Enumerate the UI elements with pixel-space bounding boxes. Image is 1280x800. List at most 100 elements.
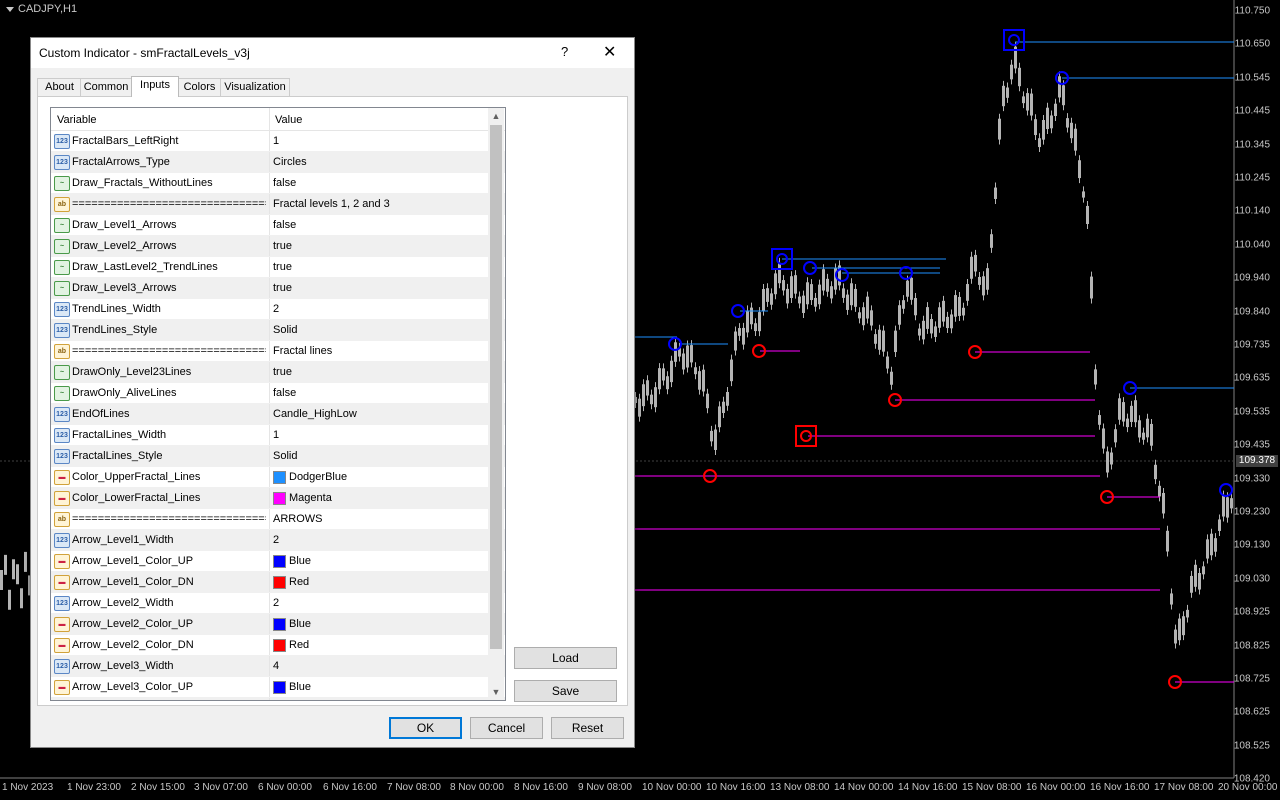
input-row[interactable]: ▬ Arrow_Level3_Color_UP Blue	[51, 677, 505, 698]
input-value[interactable]: true	[273, 282, 292, 294]
color-swatch[interactable]	[273, 618, 286, 631]
input-value[interactable]: Blue	[289, 618, 311, 630]
color-swatch[interactable]	[273, 555, 286, 568]
input-row[interactable]: ~ Draw_Fractals_WithoutLines false	[51, 173, 505, 194]
input-row[interactable]: 123 TrendLines_Width 2	[51, 299, 505, 320]
input-value[interactable]: 2	[273, 303, 279, 315]
dialog-titlebar[interactable]: Custom Indicator - smFractalLevels_v3j ?…	[31, 38, 634, 68]
input-value[interactable]: Solid	[273, 450, 297, 462]
input-row[interactable]: ▬ Color_UpperFractal_Lines DodgerBlue	[51, 467, 505, 488]
input-row[interactable]: ~ Draw_Level2_Arrows true	[51, 236, 505, 257]
color-swatch[interactable]	[273, 576, 286, 589]
candle-body	[1174, 629, 1177, 644]
input-row[interactable]: 123 Arrow_Level2_Width 2	[51, 593, 505, 614]
input-row[interactable]: 123 FractalArrows_Type Circles	[51, 152, 505, 173]
tab-colors[interactable]: Colors	[178, 78, 221, 96]
input-row[interactable]: 123 TrendLines_Style Solid	[51, 320, 505, 341]
candle-body	[914, 298, 917, 316]
input-value[interactable]: Solid	[273, 324, 297, 336]
input-value[interactable]: true	[273, 261, 292, 273]
cancel-button[interactable]: Cancel	[470, 717, 543, 739]
cell-divider	[269, 677, 270, 697]
candle-body	[730, 359, 733, 382]
ok-button[interactable]: OK	[389, 717, 462, 739]
time-tick-label: 6 Nov 16:00	[323, 782, 377, 793]
chart-menu-triangle-icon[interactable]	[6, 6, 14, 12]
input-value[interactable]: true	[273, 366, 292, 378]
input-row[interactable]: ~ DrawOnly_Level23Lines true	[51, 362, 505, 383]
color-swatch[interactable]	[273, 471, 286, 484]
input-value[interactable]: false	[273, 219, 296, 231]
input-value[interactable]: 2	[273, 597, 279, 609]
candle-body	[666, 376, 669, 390]
grid-scrollbar[interactable]: ▲ ▼	[488, 108, 504, 700]
save-button[interactable]: Save	[514, 680, 617, 702]
input-row[interactable]: ~ Draw_LastLevel2_TrendLines true	[51, 257, 505, 278]
load-button[interactable]: Load	[514, 647, 617, 669]
candle-body	[1010, 64, 1013, 80]
input-value[interactable]: Red	[289, 576, 309, 588]
column-header-variable[interactable]: Variable	[57, 114, 97, 126]
input-value[interactable]: Red	[289, 639, 309, 651]
input-row[interactable]: 123 FractalLines_Style Solid	[51, 446, 505, 467]
column-divider[interactable]	[269, 108, 270, 130]
input-row[interactable]: ~ Draw_Level3_Arrows true	[51, 278, 505, 299]
input-value[interactable]: 1	[273, 135, 279, 147]
input-row[interactable]: 123 FractalBars_LeftRight 1	[51, 131, 505, 152]
scroll-up-icon[interactable]: ▲	[488, 108, 504, 124]
input-value[interactable]: DodgerBlue	[289, 471, 347, 483]
input-row[interactable]: ▬ Color_LowerFractal_Lines Magenta	[51, 488, 505, 509]
input-row[interactable]: ▬ Arrow_Level1_Color_DN Red	[51, 572, 505, 593]
color-swatch[interactable]	[273, 681, 286, 694]
input-variable: FractalLines_Style	[72, 450, 163, 462]
input-row[interactable]: ▬ Arrow_Level2_Color_DN Red	[51, 635, 505, 656]
number-type-icon: 123	[54, 449, 70, 464]
help-icon[interactable]: ?	[561, 44, 568, 59]
input-row[interactable]: ~ Draw_Level1_Arrows false	[51, 215, 505, 236]
input-value[interactable]: false	[273, 177, 296, 189]
input-row[interactable]: ▬ Arrow_Level2_Color_UP Blue	[51, 614, 505, 635]
color-swatch[interactable]	[273, 639, 286, 652]
cell-divider	[269, 614, 270, 634]
input-variable: Color_UpperFractal_Lines	[72, 471, 201, 483]
input-value[interactable]: Circles	[273, 156, 307, 168]
color-swatch[interactable]	[273, 492, 286, 505]
close-icon[interactable]: ✕	[603, 42, 616, 62]
input-row[interactable]: ▬Arrow_Level3_Color_DNRed	[51, 698, 505, 700]
input-value[interactable]: false	[273, 387, 296, 399]
input-row[interactable]: 123 EndOfLines Candle_HighLow	[51, 404, 505, 425]
input-value[interactable]: 1	[273, 429, 279, 441]
input-value[interactable]: Candle_HighLow	[273, 408, 357, 420]
input-variable: Arrow_Level3_Color_UP	[72, 681, 194, 693]
input-row[interactable]: 123 FractalLines_Width 1	[51, 425, 505, 446]
input-row[interactable]: ab ================================ Fracta…	[51, 341, 505, 362]
input-value[interactable]: 4	[273, 660, 279, 672]
tab-inputs[interactable]: Inputs	[131, 76, 179, 97]
candle-body	[874, 334, 877, 344]
input-value[interactable]: Magenta	[289, 492, 332, 504]
tab-about[interactable]: About	[37, 78, 82, 96]
input-row[interactable]: ~ DrawOnly_AliveLines false	[51, 383, 505, 404]
price-tick-label: 109.735	[1233, 339, 1270, 351]
cell-divider	[269, 530, 270, 550]
input-value[interactable]: 2	[273, 534, 279, 546]
reset-button[interactable]: Reset	[551, 717, 624, 739]
tab-common[interactable]: Common	[80, 78, 132, 96]
input-variable: Draw_LastLevel2_TrendLines	[72, 261, 218, 273]
scroll-thumb[interactable]	[490, 125, 502, 649]
input-row[interactable]: ab ================================ Fracta…	[51, 194, 505, 215]
column-header-value[interactable]: Value	[275, 114, 302, 126]
input-value[interactable]: true	[273, 240, 292, 252]
input-value[interactable]: Blue	[289, 555, 311, 567]
input-value[interactable]: Fractal lines	[273, 345, 332, 357]
input-value[interactable]: Blue	[289, 681, 311, 693]
tab-visualization[interactable]: Visualization	[220, 78, 290, 96]
input-row[interactable]: ab ================================ ARROWS	[51, 509, 505, 530]
candle-body	[1078, 160, 1081, 179]
input-row[interactable]: 123 Arrow_Level3_Width 4	[51, 656, 505, 677]
scroll-down-icon[interactable]: ▼	[488, 684, 504, 700]
input-row[interactable]: 123 Arrow_Level1_Width 2	[51, 530, 505, 551]
input-value[interactable]: Fractal levels 1, 2 and 3	[273, 198, 390, 210]
input-row[interactable]: ▬ Arrow_Level1_Color_UP Blue	[51, 551, 505, 572]
input-value[interactable]: ARROWS	[273, 513, 323, 525]
